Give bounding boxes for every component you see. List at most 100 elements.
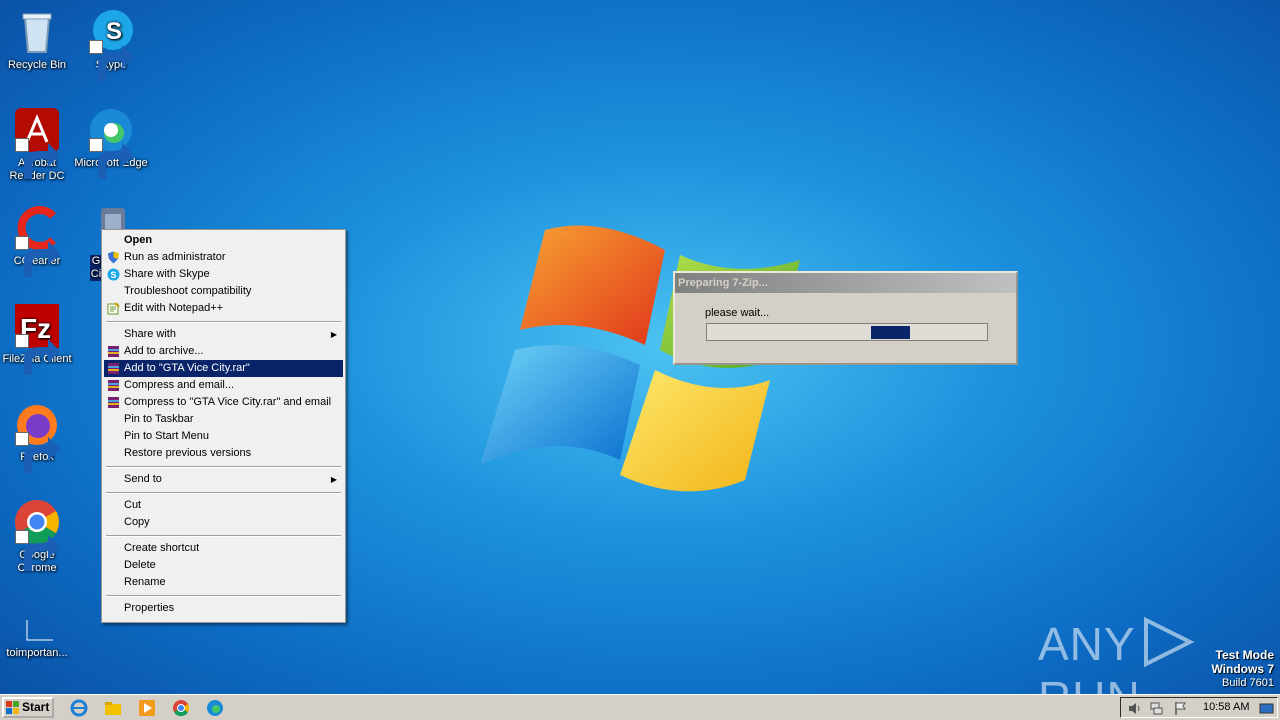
desktop-icon-skype[interactable]: S Skype bbox=[74, 8, 148, 81]
windows-flag-icon bbox=[6, 701, 19, 714]
desktop-icon-edge[interactable]: Microsoft Edge bbox=[74, 106, 148, 179]
menu-item-open[interactable]: Open bbox=[104, 232, 343, 249]
menu-item-send-to[interactable]: Send to ▶ bbox=[104, 471, 343, 488]
menu-item-run-as-administrator[interactable]: Run as administrator bbox=[104, 249, 343, 266]
filezilla-icon: Fz bbox=[13, 302, 61, 375]
recycle-bin-icon bbox=[13, 8, 61, 56]
menu-item-label: Copy bbox=[124, 516, 150, 528]
windows-logo-wallpaper bbox=[480, 225, 800, 492]
start-button[interactable]: Start bbox=[2, 697, 54, 718]
show-desktop-icon[interactable] bbox=[1259, 701, 1274, 716]
taskbar-media-player-icon[interactable] bbox=[138, 699, 156, 717]
menu-item-label: Rename bbox=[124, 576, 166, 588]
winrar-icon bbox=[108, 363, 119, 374]
action-center-flag-icon[interactable] bbox=[1173, 701, 1188, 716]
menu-item-label: Add to archive... bbox=[124, 345, 204, 357]
taskbar-chrome-icon[interactable] bbox=[172, 699, 190, 717]
volume-icon[interactable] bbox=[1127, 701, 1142, 716]
menu-item-add-to-archive[interactable]: Add to archive... bbox=[104, 343, 343, 360]
desktop-icon-chrome[interactable]: Google Chrome bbox=[0, 498, 74, 575]
menu-item-share-with-skype[interactable]: S Share with Skype bbox=[104, 266, 343, 283]
menu-item-compress-and-email[interactable]: Compress and email... bbox=[104, 377, 343, 394]
menu-item-cut[interactable]: Cut bbox=[104, 497, 343, 514]
preparing-7zip-dialog: Preparing 7-Zip... please wait... bbox=[673, 271, 1018, 365]
menu-item-label: Restore previous versions bbox=[124, 447, 252, 459]
progress-bar bbox=[706, 323, 988, 341]
menu-item-label: Compress and email... bbox=[124, 379, 235, 391]
submenu-arrow-icon: ▶ bbox=[330, 330, 337, 339]
dialog-title[interactable]: Preparing 7-Zip... bbox=[675, 273, 1016, 293]
menu-item-label: Share with Skype bbox=[124, 268, 210, 280]
desktop-icon-label: Recycle Bin bbox=[7, 59, 67, 71]
menu-item-share-with[interactable]: Share with ▶ bbox=[104, 326, 343, 343]
menu-item-label: Properties bbox=[124, 602, 175, 614]
chrome-icon bbox=[13, 498, 61, 571]
skype-icon: S bbox=[87, 8, 135, 81]
shortcut-arrow-icon bbox=[15, 236, 60, 277]
desktop-icon-toimportant[interactable]: toimportan... bbox=[0, 596, 74, 660]
menu-item-label: Add to "GTA Vice City.rar" bbox=[124, 362, 250, 374]
shortcut-arrow-icon bbox=[15, 138, 60, 179]
menu-item-properties[interactable]: Properties bbox=[104, 600, 343, 617]
menu-item-label: Pin to Taskbar bbox=[124, 413, 194, 425]
firefox-icon bbox=[13, 400, 61, 473]
start-label: Start bbox=[22, 700, 50, 714]
menu-separator bbox=[104, 488, 343, 497]
svg-text:S: S bbox=[111, 270, 117, 280]
shortcut-arrow-icon bbox=[15, 334, 60, 375]
menu-separator bbox=[104, 317, 343, 326]
menu-item-copy[interactable]: Copy bbox=[104, 514, 343, 531]
menu-item-label: Send to bbox=[124, 473, 162, 485]
menu-item-delete[interactable]: Delete bbox=[104, 557, 343, 574]
menu-item-troubleshoot-compatibility[interactable]: Troubleshoot compatibility bbox=[104, 283, 343, 300]
acrobat-icon bbox=[13, 106, 61, 179]
menu-item-label: Pin to Start Menu bbox=[124, 430, 209, 442]
menu-item-label: Open bbox=[124, 234, 153, 246]
menu-separator bbox=[104, 531, 343, 540]
menu-item-label: Troubleshoot compatibility bbox=[124, 285, 252, 297]
menu-item-pin-to-taskbar[interactable]: Pin to Taskbar bbox=[104, 411, 343, 428]
taskbar: Start 10:58 AM bbox=[0, 694, 1280, 720]
menu-item-label: Create shortcut bbox=[124, 542, 200, 554]
menu-item-compress-to-rar-and-email[interactable]: Compress to "GTA Vice City.rar" and emai… bbox=[104, 394, 343, 411]
desktop-icon-firefox[interactable]: Firefox bbox=[0, 400, 74, 473]
shortcut-arrow-icon bbox=[15, 432, 60, 473]
taskbar-internet-explorer-icon[interactable] bbox=[70, 699, 88, 717]
context-menu: Open Run as administrator S Share with S… bbox=[101, 229, 346, 623]
menu-item-restore-previous-versions[interactable]: Restore previous versions bbox=[104, 445, 343, 462]
system-tray: 10:58 AM bbox=[1120, 697, 1278, 718]
uac-shield-icon bbox=[108, 251, 119, 264]
menu-item-label: Cut bbox=[124, 499, 142, 511]
desktop-icon-recycle-bin[interactable]: Recycle Bin bbox=[0, 8, 74, 72]
test-mode-watermark: Test Mode Windows 7 Build 7601 bbox=[1211, 648, 1274, 690]
test-mode-label: Test Mode bbox=[1215, 648, 1274, 662]
build-label: Build 7601 bbox=[1222, 677, 1274, 689]
anyrun-brand-left: ANY bbox=[1038, 618, 1136, 670]
menu-separator bbox=[104, 462, 343, 471]
menu-item-edit-with-notepad-plus-plus[interactable]: Edit with Notepad++ bbox=[104, 300, 343, 317]
play-icon bbox=[1143, 616, 1195, 668]
anyrun-watermark: ANYRUN bbox=[1038, 608, 1238, 720]
ccleaner-icon bbox=[13, 204, 61, 277]
desktop-icon-label: toimportan... bbox=[6, 647, 68, 659]
desktop-icon-acrobat[interactable]: Acrobat Reader DC bbox=[0, 106, 74, 183]
notepad-plus-plus-icon bbox=[107, 302, 120, 315]
desktop-icon-filezilla[interactable]: Fz FileZilla Client bbox=[0, 302, 74, 375]
taskbar-explorer-folder-icon[interactable] bbox=[104, 699, 122, 717]
taskbar-clock[interactable]: 10:58 AM bbox=[1203, 701, 1249, 713]
taskbar-edge-icon[interactable] bbox=[206, 699, 224, 717]
menu-item-label: Edit with Notepad++ bbox=[124, 302, 224, 314]
menu-item-add-to-gta-vice-city-rar[interactable]: Add to "GTA Vice City.rar" bbox=[104, 360, 343, 377]
network-icon[interactable] bbox=[1149, 701, 1164, 716]
submenu-arrow-icon: ▶ bbox=[330, 475, 337, 484]
menu-separator bbox=[104, 591, 343, 600]
desktop-icon-ccleaner[interactable]: CCleaner bbox=[0, 204, 74, 277]
shortcut-arrow-icon bbox=[15, 530, 60, 571]
dialog-message: please wait... bbox=[705, 307, 770, 319]
menu-item-create-shortcut[interactable]: Create shortcut bbox=[104, 540, 343, 557]
winrar-icon bbox=[108, 346, 119, 357]
menu-item-pin-to-start-menu[interactable]: Pin to Start Menu bbox=[104, 428, 343, 445]
menu-item-rename[interactable]: Rename bbox=[104, 574, 343, 591]
os-label: Windows 7 bbox=[1211, 662, 1274, 676]
progress-marquee-chunk bbox=[871, 326, 910, 339]
